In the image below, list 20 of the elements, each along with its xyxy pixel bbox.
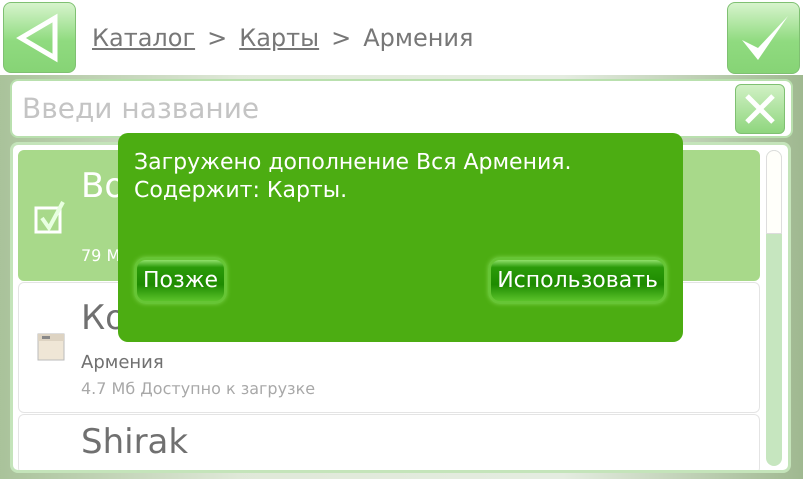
- clear-button[interactable]: [735, 84, 785, 134]
- search-field[interactable]: Введи название: [20, 91, 735, 126]
- close-icon: [743, 92, 777, 126]
- dialog-button[interactable]: Использовать: [488, 257, 667, 304]
- back-button[interactable]: [3, 2, 76, 73]
- breadcrumb-separator: >: [207, 24, 228, 52]
- breadcrumb-separator: >: [331, 24, 352, 52]
- dialog-button[interactable]: Позже: [134, 257, 228, 304]
- dialog-message: Загружено дополнение Вся Армения. Содержит: Карты.: [134, 149, 572, 204]
- search-bar[interactable]: Введи название: [10, 79, 793, 138]
- scrollbar-thumb[interactable]: [766, 150, 782, 234]
- item-title: Shirak: [81, 423, 188, 462]
- confirm-button[interactable]: [727, 2, 800, 74]
- item-subtitle: Армения: [81, 352, 165, 372]
- breadcrumb-current: Армения: [363, 24, 474, 52]
- breadcrumb-link[interactable]: Каталог: [92, 24, 196, 52]
- list-item[interactable]: Shirak: [18, 414, 760, 470]
- item-info: 4.7 Мб Доступно к загрузке: [81, 378, 316, 398]
- scrollbar[interactable]: [766, 150, 782, 466]
- breadcrumb-link[interactable]: Карты: [239, 24, 320, 52]
